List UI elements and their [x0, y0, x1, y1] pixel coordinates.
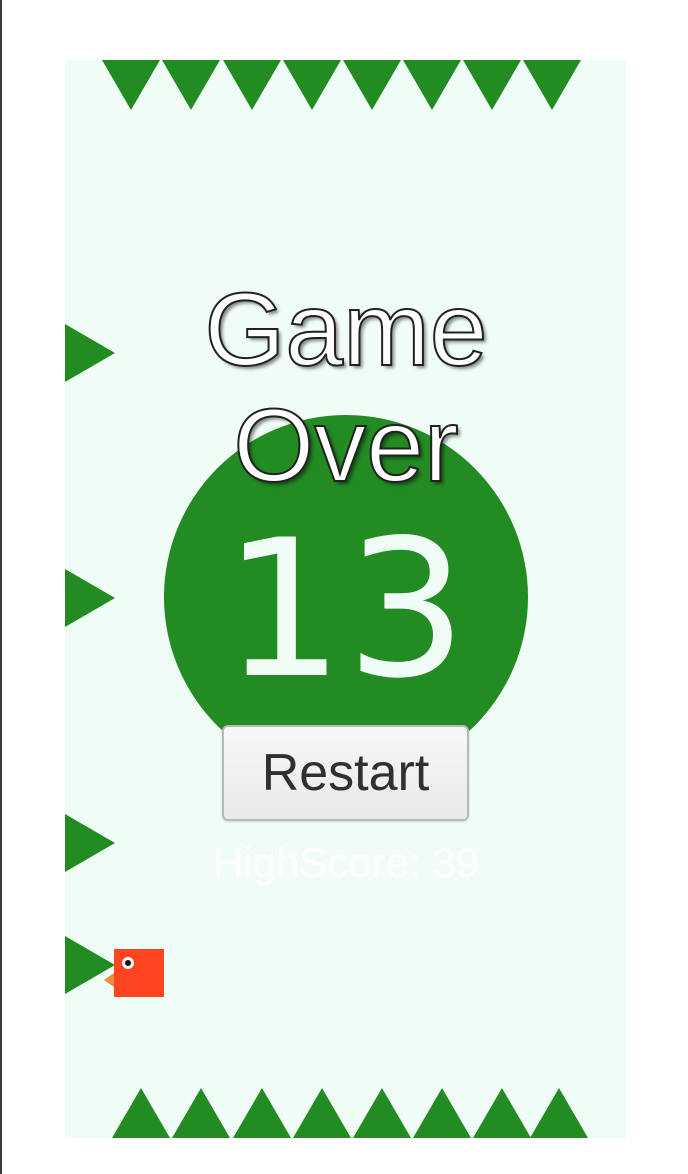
top-spike-icon [162, 60, 220, 110]
player-bird-icon [104, 949, 164, 997]
bottom-spike-icon [112, 1088, 170, 1138]
playfield: 13 Game Over Restart HighScore: 39 [65, 60, 626, 1138]
bird-pupil-icon [125, 960, 131, 966]
wall-spike-icon [65, 569, 115, 627]
top-spike-icon [223, 60, 281, 110]
bottom-spike-icon [530, 1088, 588, 1138]
wall-spike-icon [65, 814, 115, 872]
bottom-spike-icon [293, 1088, 351, 1138]
top-spike-icon [523, 60, 581, 110]
top-spike-icon [102, 60, 160, 110]
top-spike-icon [283, 60, 341, 110]
highscore-label: HighScore: 39 [212, 839, 480, 886]
bird-beak-icon [104, 973, 114, 987]
game-frame: 13 Game Over Restart HighScore: 39 [0, 0, 688, 1174]
top-spike-icon [403, 60, 461, 110]
bird-body [114, 949, 164, 997]
window-border [0, 0, 2, 1174]
bottom-spike-icon [233, 1088, 291, 1138]
bird-eye-icon [122, 957, 134, 969]
score-value: 13 [223, 499, 469, 720]
bottom-spike-icon [353, 1088, 411, 1138]
game-over-title: Game Over [203, 271, 488, 505]
wall-spike-icon [65, 324, 115, 382]
restart-button[interactable]: Restart [222, 725, 469, 821]
bottom-spike-icon [473, 1088, 531, 1138]
top-spike-icon [343, 60, 401, 110]
bottom-spike-icon [172, 1088, 230, 1138]
bottom-spike-icon [413, 1088, 471, 1138]
top-spike-icon [463, 60, 521, 110]
